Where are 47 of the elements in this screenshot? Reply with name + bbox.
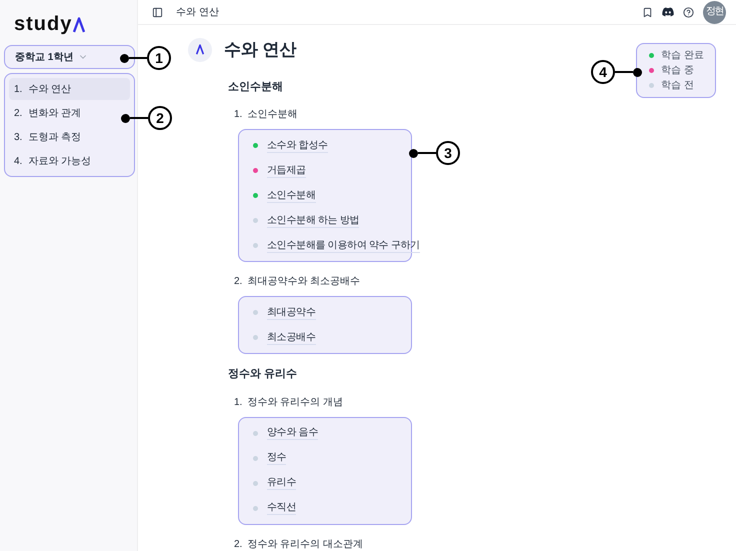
logo-icon (196, 44, 204, 56)
topic-link[interactable]: 소인수분해 (267, 188, 316, 202)
topic-link[interactable]: 거듭제곱 (267, 164, 306, 178)
chapter-item[interactable]: 3. 도형과 측정 (9, 126, 130, 148)
bookmark-icon[interactable] (642, 6, 653, 18)
legend-label: 학습 완료 (661, 49, 704, 63)
user-avatar[interactable]: 정현 (703, 0, 726, 24)
callout-number: 1 (147, 46, 171, 70)
section-heading: 정수와 유리수 (228, 367, 298, 382)
legend-label: 학습 중 (661, 64, 694, 78)
chapter-item[interactable]: 2. 변화와 관계 (9, 102, 130, 124)
unit-number: 2. (234, 275, 242, 289)
callout-number: 3 (436, 141, 460, 165)
unit-title: 최대공약수와 최소공배수 (247, 275, 360, 289)
topic-link[interactable]: 최소공배수 (267, 330, 316, 344)
topic-link[interactable]: 유리수 (267, 476, 296, 490)
logo-icon (73, 17, 86, 33)
grade-select[interactable]: 중학교 1학년 (4, 45, 135, 69)
topic-link[interactable]: 최대공약수 (267, 306, 316, 320)
unit-number: 1. (234, 108, 242, 122)
chapter-item[interactable]: 1. 수와 연산 (9, 78, 130, 100)
help-icon[interactable] (683, 6, 694, 18)
callout-number: 2 (148, 106, 172, 130)
page-title: 수와 연산 (224, 39, 297, 61)
callout-number: 4 (591, 60, 615, 84)
legend-label: 학습 전 (661, 79, 694, 93)
page-breadcrumb: 수와 연산 (176, 6, 219, 20)
chapter-item[interactable]: 4. 자료와 가능성 (9, 150, 130, 172)
leader-line (129, 57, 147, 59)
discord-icon[interactable] (662, 7, 674, 17)
leader-line (130, 117, 148, 119)
topic-link[interactable]: 소인수분해 하는 방법 (267, 214, 360, 228)
topic-link[interactable]: 소수와 합성수 (267, 138, 328, 152)
unit-title: 정수와 유리수의 개념 (247, 396, 343, 410)
unit-title: 정수와 유리수의 대소관계 (247, 538, 363, 551)
sidebar-toggle-icon[interactable] (152, 6, 163, 18)
topic-link[interactable]: 소인수분해를 이용하여 약수 구하기 (267, 238, 420, 252)
unit-number: 2. (234, 538, 242, 551)
section-heading: 소인수분해 (228, 80, 283, 94)
topic-link[interactable]: 정수 (267, 451, 286, 465)
topic-link[interactable]: 양수와 음수 (267, 426, 318, 440)
unit-number: 1. (234, 396, 242, 410)
leader-line (615, 71, 633, 73)
topic-link[interactable]: 수직선 (267, 501, 296, 515)
leader-line (418, 152, 436, 154)
unit-title: 소인수분해 (247, 108, 298, 122)
logo-text: study (14, 14, 72, 34)
